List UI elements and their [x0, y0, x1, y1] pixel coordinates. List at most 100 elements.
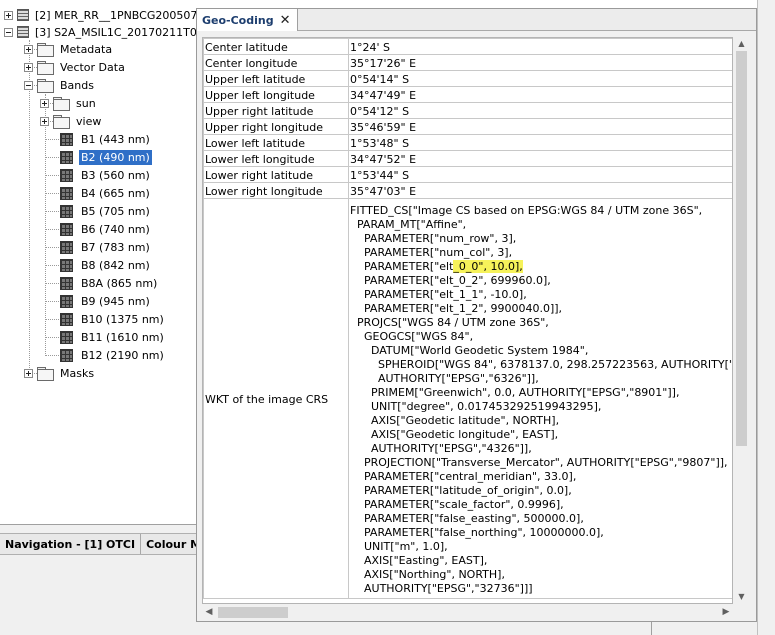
- wkt-line: UNIT["m", 1.0],: [350, 540, 448, 553]
- folder-icon: [37, 367, 54, 381]
- table-row[interactable]: Upper right latitude 0°54'12" S: [203, 102, 732, 119]
- tree-product-3[interactable]: [3] S2A_MSIL1C_20170211T07: [4, 23, 196, 41]
- collapse-toggle-icon[interactable]: [24, 80, 33, 90]
- wkt-line: PARAMETER["scale_factor", 0.9996],: [350, 498, 564, 511]
- tree-band-item[interactable]: B8A (865 nm): [60, 274, 159, 292]
- table-row[interactable]: Center longitude 35°17'26" E: [203, 54, 732, 71]
- band-raster-icon: [60, 186, 73, 200]
- wkt-line: FITTED_CS["Image CS based on EPSG:WGS 84…: [350, 204, 703, 217]
- horizontal-scroll-thumb[interactable]: [218, 607, 288, 618]
- wkt-line: DATUM["World Geodetic System 1984",: [350, 344, 589, 357]
- product-icon: [17, 26, 29, 38]
- tree-product-label: [2] MER_RR__1PNBCG2005070: [35, 8, 196, 22]
- row-key-cell: Lower right longitude: [203, 182, 349, 199]
- tree-band-label: B8 (842 nm): [81, 258, 150, 272]
- product-explorer-tree: [2] MER_RR__1PNBCG2005070 [3] S2A_MSIL1C…: [0, 0, 196, 524]
- wkt-line: PARAMETER["false_northing", 10000000.0],: [350, 526, 604, 539]
- table-row[interactable]: Upper right longitude 35°46'59" E: [203, 118, 732, 135]
- tree-group-metadata[interactable]: Metadata: [24, 40, 114, 58]
- wkt-line: UNIT["degree", 0.017453292519943295],: [350, 400, 602, 413]
- tree-band-item-selected[interactable]: B2 (490 nm): [60, 148, 152, 166]
- table-row[interactable]: Lower right latitude 1°53'44" S: [203, 166, 732, 183]
- expand-toggle-icon[interactable]: [40, 98, 49, 108]
- row-key-cell: Lower left longitude: [203, 150, 349, 167]
- tree-band-item[interactable]: B9 (945 nm): [60, 292, 152, 310]
- expand-toggle-icon[interactable]: [24, 62, 33, 72]
- expand-toggle-icon[interactable]: [24, 368, 33, 378]
- folder-icon: [37, 43, 54, 57]
- tree-group-label: view: [76, 114, 102, 128]
- vertical-scrollbar[interactable]: ▲ ▼: [733, 37, 750, 604]
- scroll-left-icon[interactable]: ◀: [202, 604, 216, 621]
- wkt-line: PARAMETER["elt_1_1", -10.0],: [350, 288, 527, 301]
- horizontal-scrollbar[interactable]: ◀ ▶: [202, 604, 733, 621]
- expand-toggle-icon[interactable]: [4, 10, 13, 20]
- tree-group-masks[interactable]: Masks: [24, 364, 96, 382]
- scroll-up-icon[interactable]: ▲: [733, 37, 750, 51]
- tree-group-sun[interactable]: sun: [40, 94, 98, 112]
- band-raster-icon: [60, 222, 73, 236]
- row-value-cell: 0°54'12" S: [348, 102, 732, 119]
- band-raster-icon: [60, 276, 73, 290]
- table-row-wkt[interactable]: WKT of the image CRS FITTED_CS["Image CS …: [203, 198, 732, 599]
- tree-band-item[interactable]: B11 (1610 nm): [60, 328, 166, 346]
- tree-band-item[interactable]: B10 (1375 nm): [60, 310, 166, 328]
- tree-band-item[interactable]: B12 (2190 nm): [60, 346, 166, 364]
- band-raster-icon: [60, 240, 73, 254]
- tree-band-item[interactable]: B3 (560 nm): [60, 166, 152, 184]
- band-raster-icon: [60, 312, 73, 326]
- bottom-tool-panel: Navigation - [1] OTCI Colour Ma: [0, 524, 215, 635]
- geo-coding-window: Geo-Coding ✕ Center latitude 1°24' S Cente…: [196, 8, 757, 622]
- expand-toggle-icon[interactable]: [24, 44, 33, 54]
- tree-band-label: B8A (865 nm): [81, 276, 158, 290]
- table-row[interactable]: Lower left longitude 34°47'52" E: [203, 150, 732, 167]
- tree-band-item[interactable]: B5 (705 nm): [60, 202, 152, 220]
- table-row[interactable]: Lower left latitude 1°53'48" S: [203, 134, 732, 151]
- tree-band-item[interactable]: B6 (740 nm): [60, 220, 152, 238]
- tree-group-view[interactable]: view: [40, 112, 103, 130]
- folder-icon: [37, 61, 54, 75]
- wkt-line: PARAMETER["latitude_of_origin", 0.0],: [350, 484, 572, 497]
- tab-geo-coding[interactable]: Geo-Coding ✕: [197, 9, 298, 31]
- tree-band-label: B5 (705 nm): [81, 204, 150, 218]
- tab-navigation[interactable]: Navigation - [1] OTCI: [0, 534, 142, 554]
- row-key-cell: Upper right longitude: [203, 118, 349, 135]
- wkt-line: PRIMEM["Greenwich", 0.0, AUTHORITY["EPSG…: [350, 386, 680, 399]
- row-key-cell: Upper left latitude: [203, 70, 349, 87]
- vertical-scroll-thumb[interactable]: [736, 51, 747, 446]
- wkt-line: AXIS["Easting", EAST],: [350, 554, 488, 567]
- tree-band-item[interactable]: B1 (443 nm): [60, 130, 152, 148]
- row-key-cell: Lower left latitude: [203, 134, 349, 151]
- band-raster-icon: [60, 168, 73, 182]
- tree-band-label: B10 (1375 nm): [81, 312, 164, 326]
- table-row[interactable]: Lower right longitude 35°47'03" E: [203, 182, 732, 199]
- wkt-line: PARAMETER["elt_0_0", 10.0],: [350, 260, 523, 273]
- tree-band-label: B9 (945 nm): [81, 294, 150, 308]
- table-row[interactable]: Center latitude 1°24' S: [203, 38, 732, 55]
- scroll-down-icon[interactable]: ▼: [733, 590, 750, 604]
- table-row[interactable]: Upper left latitude 0°54'14" S: [203, 70, 732, 87]
- tree-band-label: B12 (2190 nm): [81, 348, 164, 362]
- geo-coding-tab-bar: Geo-Coding ✕: [197, 9, 756, 31]
- tree-band-item[interactable]: B7 (783 nm): [60, 238, 152, 256]
- row-key-cell: Center latitude: [203, 38, 349, 55]
- tree-product-2[interactable]: [2] MER_RR__1PNBCG2005070: [4, 6, 196, 24]
- close-icon[interactable]: ✕: [280, 13, 291, 28]
- wkt-line: AUTHORITY["EPSG","6326"]],: [350, 372, 539, 385]
- tree-band-item[interactable]: B4 (665 nm): [60, 184, 152, 202]
- tree-group-bands[interactable]: Bands: [24, 76, 96, 94]
- row-value-cell: 34°47'52" E: [348, 150, 732, 167]
- tree-band-label: B6 (740 nm): [81, 222, 150, 236]
- row-value-cell: 1°53'48" S: [348, 134, 732, 151]
- tree-product-label: [3] S2A_MSIL1C_20170211T07: [35, 25, 196, 39]
- row-key-cell: Center longitude: [203, 54, 349, 71]
- expand-toggle-icon[interactable]: [40, 116, 49, 126]
- collapse-toggle-icon[interactable]: [4, 27, 13, 37]
- tree-band-item[interactable]: B8 (842 nm): [60, 256, 152, 274]
- bottom-tab-bar: Navigation - [1] OTCI Colour Ma: [0, 533, 215, 555]
- table-row[interactable]: Upper left longitude 34°47'49" E: [203, 86, 732, 103]
- wkt-line: SPHEROID["WGS 84", 6378137.0, 298.257223…: [377, 358, 732, 371]
- tree-group-vector-data[interactable]: Vector Data: [24, 58, 127, 76]
- scroll-right-icon[interactable]: ▶: [719, 604, 733, 621]
- wkt-line: PARAMETER["elt_1_2", 9900040.0]],: [350, 302, 563, 315]
